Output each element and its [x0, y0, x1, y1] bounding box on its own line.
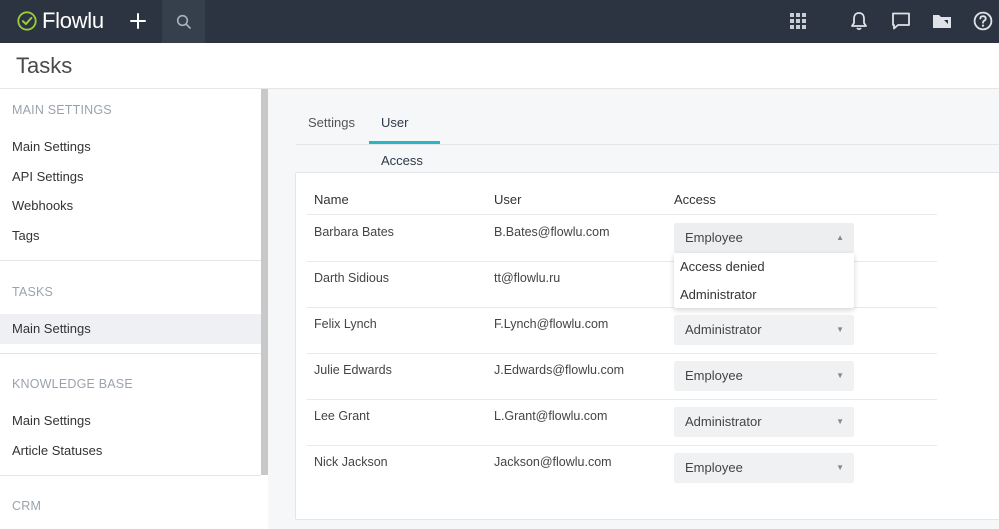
- chevron-down-icon: ▼: [836, 417, 844, 426]
- check-circle-icon: [17, 11, 37, 31]
- user-name: Lee Grant: [314, 409, 370, 423]
- user-email: F.Lynch@flowlu.com: [494, 317, 609, 331]
- row-divider: [307, 445, 937, 446]
- folder-icon: [933, 15, 951, 28]
- chevron-down-icon: ▼: [836, 463, 844, 472]
- user-email: tt@flowlu.ru: [494, 271, 561, 285]
- dropdown-option-administrator[interactable]: Administrator: [674, 281, 854, 308]
- bell-icon: [851, 12, 867, 31]
- add-icon: [130, 13, 146, 29]
- user-email: Jackson@flowlu.com: [494, 455, 612, 469]
- chat-button[interactable]: [887, 8, 915, 34]
- tabs-divider: [296, 144, 999, 145]
- sidebar-item-kb-main-settings[interactable]: Main Settings: [0, 406, 261, 436]
- page-title: Tasks: [16, 53, 73, 78]
- user-name: Julie Edwards: [314, 363, 392, 377]
- app-name: Flowlu: [42, 8, 104, 33]
- user-email: L.Grant@flowlu.com: [494, 409, 608, 423]
- help-button[interactable]: [969, 8, 997, 34]
- dropdown-option-access-denied[interactable]: Access denied: [674, 253, 854, 280]
- user-name: Barbara Bates: [314, 225, 394, 239]
- user-name: Felix Lynch: [314, 317, 377, 331]
- row-divider: [307, 399, 937, 400]
- sidebar-item-article-statuses[interactable]: Article Statuses: [0, 436, 261, 466]
- page-header: Tasks: [0, 43, 999, 89]
- help-icon: [973, 11, 993, 31]
- chevron-down-icon: ▼: [836, 325, 844, 334]
- user-name: Darth Sidious: [314, 271, 390, 285]
- sidebar-divider: [0, 475, 261, 476]
- sidebar-item-tasks-main-settings[interactable]: Main Settings: [0, 314, 261, 344]
- folder-button[interactable]: [928, 8, 956, 34]
- sidebar-heading: KNOWLEDGE BASE: [12, 377, 133, 391]
- sidebar-item-webhooks[interactable]: Webhooks: [0, 191, 261, 221]
- header-divider: [307, 214, 937, 215]
- sidebar-divider: [0, 353, 261, 354]
- chevron-down-icon: ▼: [836, 371, 844, 380]
- notifications-button[interactable]: [845, 8, 873, 34]
- tab-user-access-settings[interactable]: User Access Settings: [369, 104, 440, 206]
- add-button[interactable]: [124, 8, 152, 34]
- user-name: Nick Jackson: [314, 455, 388, 469]
- access-select[interactable]: Administrator ▼: [674, 315, 854, 345]
- search-button[interactable]: [162, 0, 205, 43]
- access-select[interactable]: Employee ▼: [674, 361, 854, 391]
- user-email: B.Bates@flowlu.com: [494, 225, 610, 239]
- sidebar-divider: [0, 260, 261, 261]
- sidebar-item-api-settings[interactable]: API Settings: [0, 162, 261, 192]
- sidebar-heading: MAIN SETTINGS: [12, 103, 112, 117]
- access-dropdown-menu: Access denied Administrator: [674, 253, 854, 308]
- access-value: Administrator: [685, 414, 762, 429]
- access-value: Administrator: [685, 322, 762, 337]
- column-header-access: Access: [674, 192, 716, 207]
- access-value: Employee: [685, 230, 743, 245]
- chevron-up-icon: ▲: [836, 233, 844, 242]
- access-select[interactable]: Employee ▲: [674, 223, 854, 253]
- sidebar-heading: CRM: [12, 499, 42, 513]
- access-select[interactable]: Employee ▼: [674, 453, 854, 483]
- column-header-user: User: [494, 192, 522, 207]
- app-logo[interactable]: Flowlu: [16, 8, 104, 34]
- access-select[interactable]: Administrator ▼: [674, 407, 854, 437]
- top-bar: Flowlu: [0, 0, 999, 43]
- sidebar-heading: TASKS: [12, 285, 54, 299]
- chat-icon: [892, 12, 910, 30]
- row-divider: [307, 353, 937, 354]
- sidebar-item-tags[interactable]: Tags: [0, 221, 261, 251]
- access-value: Employee: [685, 460, 743, 475]
- user-access-panel: [295, 172, 999, 520]
- apps-button[interactable]: [784, 8, 812, 34]
- sidebar-item-main-settings[interactable]: Main Settings: [0, 132, 261, 162]
- search-icon: [176, 14, 191, 29]
- apps-grid-icon: [790, 13, 806, 29]
- column-header-name: Name: [314, 192, 349, 207]
- tab-settings[interactable]: Settings: [296, 104, 367, 144]
- access-value: Employee: [685, 368, 743, 383]
- sidebar-scrollbar[interactable]: [261, 89, 268, 475]
- user-email: J.Edwards@flowlu.com: [494, 363, 625, 377]
